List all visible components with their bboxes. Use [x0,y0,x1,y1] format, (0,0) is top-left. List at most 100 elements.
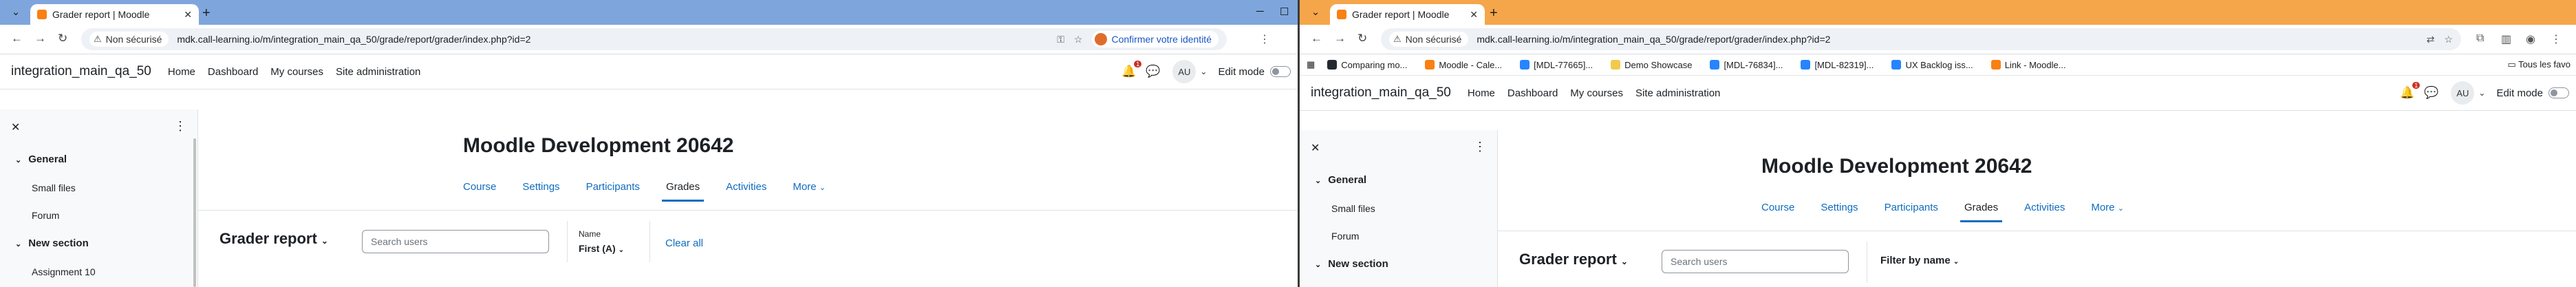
tab-settings[interactable]: Settings [522,181,559,200]
section-new[interactable]: ⌄ New section [15,237,89,249]
tab-course[interactable]: Course [463,181,496,200]
tab-activities[interactable]: Activities [2024,202,2065,220]
side-panel-icon[interactable]: ▥ [2501,32,2511,46]
close-tab-icon[interactable]: ✕ [1470,9,1478,21]
all-bookmarks-folder[interactable]: ▭ Tous les favo [2507,59,2570,70]
tab-more[interactable]: More ⌄ [793,181,826,200]
notifications-bell-icon[interactable]: 🔔 1 [2400,82,2421,100]
profile-avatar-icon [1095,33,1108,45]
bookmark-item[interactable]: Demo Showcase [1611,60,1692,70]
site-name[interactable]: integration_main_qa_50 [11,64,151,79]
report-selector[interactable]: Grader report ⌄ [219,230,328,248]
nav-my-courses[interactable]: My courses [270,66,323,78]
nav-home[interactable]: Home [1468,87,1495,99]
confirm-identity-button[interactable]: Confirmer votre identité [1092,31,1219,47]
browser-tab-grader-report[interactable]: Grader report | Moodle ✕ [1330,4,1485,25]
bookmark-item[interactable]: [MDL-76834]... [1710,60,1783,70]
search-placeholder: Search users [371,236,428,247]
new-tab-icon[interactable]: + [1490,6,1498,21]
nav-home[interactable]: Home [168,66,195,78]
section-general[interactable]: ⌄ General [15,153,67,165]
nav-site-administration[interactable]: Site administration [1635,87,1720,99]
user-menu-avatar[interactable]: AU [2451,81,2475,105]
address-bar[interactable]: ⚠ Non sécurisé mdk.call-learning.io/m/int… [1381,28,2461,50]
maximize-icon[interactable]: ☐ [1280,6,1289,18]
bookmark-item[interactable]: Moodle - Cale... [1425,60,1502,70]
drawer-kebab-icon[interactable]: ⋮ [174,119,186,134]
address-bar[interactable]: ⚠ Non sécurisé mdk.call-learning.io/m/int… [81,28,1227,50]
tab-participants[interactable]: Participants [586,181,640,200]
url-text[interactable]: mdk.call-learning.io/m/integration_main_… [1477,34,2416,45]
page-title: Moodle Development 20642 [1761,155,2032,178]
new-tab-icon[interactable]: + [202,6,211,21]
url-text[interactable]: mdk.call-learning.io/m/integration_main_… [177,34,1047,45]
menu-kebab-icon[interactable]: ⋮ [2551,32,2562,46]
filter-by-name-dropdown[interactable]: Filter by name ⌄ [1880,255,1959,266]
name-filter-dropdown[interactable]: First (A) ⌄ [579,243,624,254]
chevron-down-icon[interactable]: ⌄ [2478,88,2485,98]
back-icon[interactable]: ← [11,32,23,45]
translate-icon[interactable]: ⇄ [2427,34,2435,45]
nav-dashboard[interactable]: Dashboard [1507,87,1558,99]
menu-kebab-icon[interactable]: ⋮ [1259,32,1270,46]
bookmark-item[interactable]: [MDL-82319]... [1801,60,1874,70]
security-chip[interactable]: ⚠ Non sécurisé [1389,32,1469,47]
bookmark-label: UX Backlog iss... [1905,59,1973,70]
bookmark-item[interactable]: [MDL-77665]... [1520,60,1593,70]
close-drawer-icon[interactable]: ✕ [1311,141,1320,155]
section-general[interactable]: ⌄ General [1315,174,1366,186]
tab-search-icon[interactable]: ⌄ [10,6,22,19]
bookmark-item[interactable]: Comparing mo... [1327,60,1407,70]
report-selector[interactable]: Grader report ⌄ [1519,251,1628,268]
messages-icon[interactable]: 💬 [1146,65,1160,78]
close-drawer-icon[interactable]: ✕ [11,120,20,134]
profile-icon[interactable]: ◉ [2526,32,2535,46]
reload-icon[interactable]: ↻ [1357,32,1367,45]
search-users-input[interactable]: Search users [362,230,549,253]
security-chip[interactable]: ⚠ Non sécurisé [89,32,169,47]
search-users-input[interactable]: Search users [1662,250,1849,273]
bookmark-item[interactable]: UX Backlog iss... [1891,60,1973,70]
forward-icon[interactable]: → [1334,32,1346,45]
tab-more[interactable]: More ⌄ [2091,202,2124,220]
password-key-icon[interactable]: ⚿ [1057,34,1064,45]
bookmark-star-icon[interactable]: ☆ [1074,34,1083,45]
clear-all-link[interactable]: Clear all [665,237,703,249]
forward-icon[interactable]: → [34,32,46,45]
nav-dashboard[interactable]: Dashboard [208,66,258,78]
nav-site-administration[interactable]: Site administration [336,66,420,78]
tab-activities[interactable]: Activities [726,181,766,200]
drawer-item-small-files[interactable]: Small files [32,182,76,193]
reload-icon[interactable]: ↻ [58,32,67,45]
tab-grades[interactable]: Grades [1960,202,2003,222]
drawer-item-small-files[interactable]: Small files [1331,203,1375,214]
user-menu-avatar[interactable]: AU [1172,60,1196,83]
tab-search-icon[interactable]: ⌄ [1309,6,1322,19]
edit-mode-toggle[interactable] [2548,87,2569,98]
messages-icon[interactable]: 💬 [2424,86,2438,100]
tab-participants[interactable]: Participants [1885,202,1938,220]
right-browser-window: ⌄ Grader report | Moodle ✕ + ← → ↻ ⚠ Non … [1298,0,2576,287]
back-icon[interactable]: ← [1311,32,1322,45]
tab-grades[interactable]: Grades [661,181,705,202]
bookmark-item[interactable]: Link - Moodle... [1990,60,2066,70]
drawer-kebab-icon[interactable]: ⋮ [1474,140,1486,154]
drawer-item-forum[interactable]: Forum [32,210,59,221]
nav-my-courses[interactable]: My courses [1570,87,1623,99]
drawer-scrollbar[interactable] [193,138,196,287]
browser-tab-grader-report[interactable]: Grader report | Moodle ✕ [30,4,199,25]
bookmark-star-icon[interactable]: ☆ [2444,34,2453,45]
chevron-down-icon[interactable]: ⌄ [1200,67,1207,76]
extensions-puzzle-icon[interactable]: ⧉ [2476,32,2484,45]
minimize-icon[interactable]: ─ [1256,6,1264,17]
site-name[interactable]: integration_main_qa_50 [1311,85,1451,100]
edit-mode-toggle[interactable] [1270,66,1291,77]
tab-course[interactable]: Course [1761,202,1794,220]
notifications-bell-icon[interactable]: 🔔 1 [1121,61,1142,78]
tab-settings[interactable]: Settings [1821,202,1858,220]
drawer-item-forum[interactable]: Forum [1331,231,1359,242]
close-tab-icon[interactable]: ✕ [184,9,192,21]
apps-grid-icon[interactable]: ▦ [1307,59,1315,70]
drawer-item-assignment-10[interactable]: Assignment 10 [32,266,96,277]
section-new[interactable]: ⌄ New section [1315,258,1388,270]
